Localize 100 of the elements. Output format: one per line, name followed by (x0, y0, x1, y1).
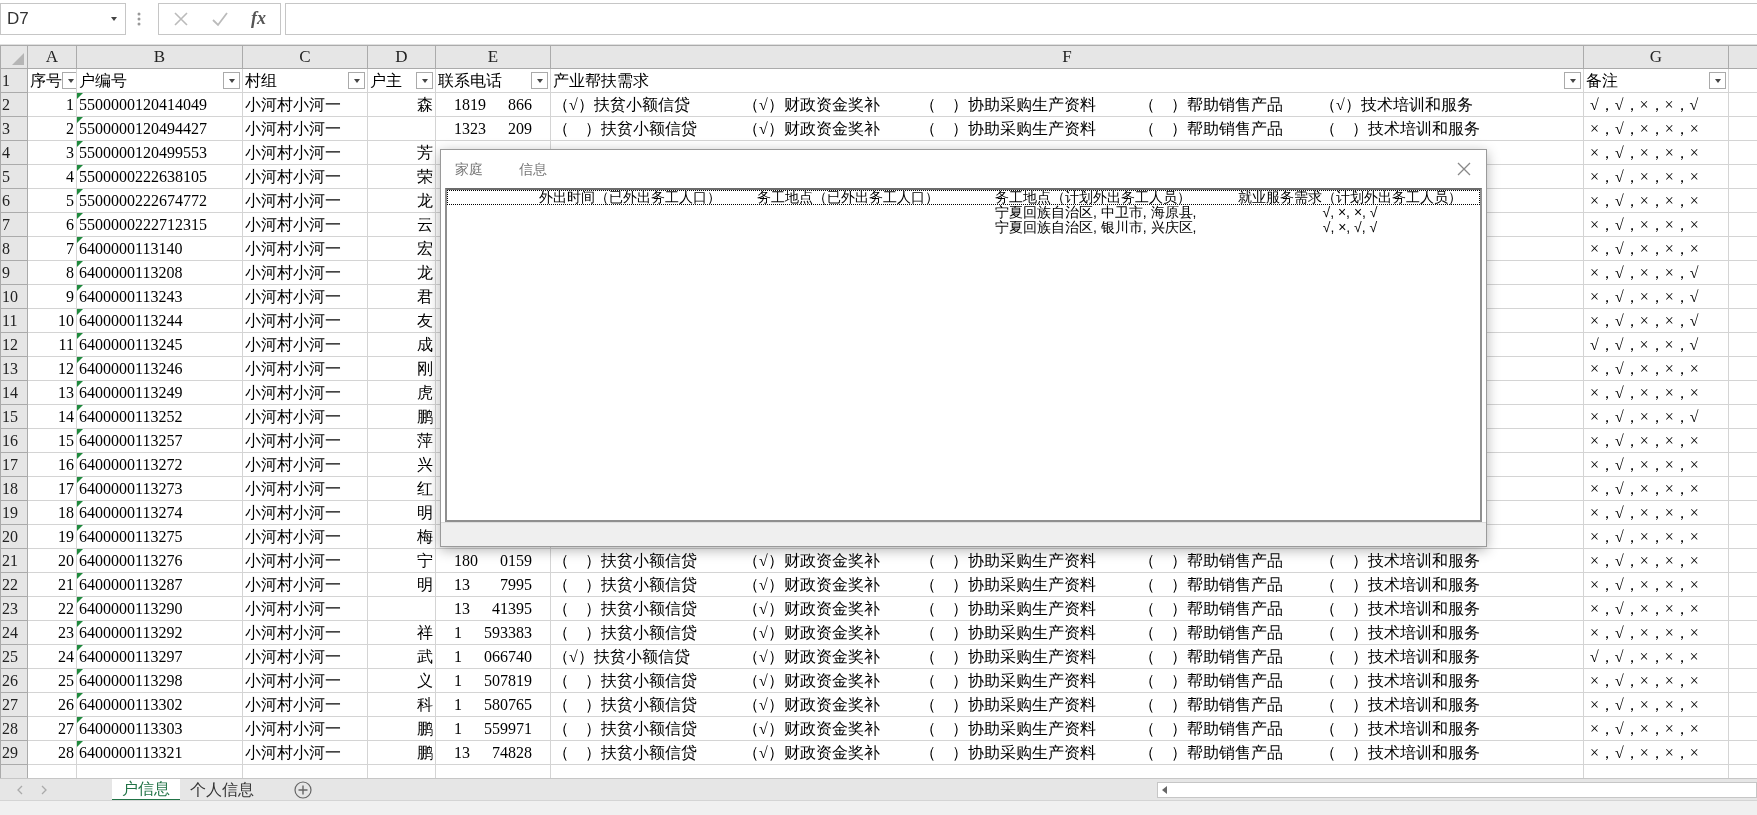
row-header[interactable]: 14 (0, 380, 28, 405)
row-header[interactable]: 23 (0, 596, 28, 621)
row-header[interactable]: 6 (0, 188, 28, 213)
row-header[interactable]: 26 (0, 668, 28, 693)
table-cell: ×，√，×，×，× (1590, 527, 1699, 545)
table-cell: 11 (27, 332, 77, 357)
row-header[interactable]: 29 (0, 740, 28, 765)
table-cell: 刚 (417, 359, 433, 377)
list-cell-text: 宁夏回族自治区, 中卫市, 海原县, (995, 205, 1198, 220)
row-header[interactable]: 7 (0, 212, 28, 237)
table-cell: 小河村小河一 (242, 668, 368, 693)
row-header[interactable]: 28 (0, 716, 28, 741)
row-header[interactable]: 19 (0, 500, 28, 525)
support-option: （ ）协助采购生产资料 (920, 645, 1139, 668)
horizontal-scrollbar[interactable] (1157, 781, 1757, 798)
row-header[interactable]: 4 (0, 140, 28, 165)
table-cell: ×，√，×，×，× (1590, 575, 1699, 593)
support-option: （ ）帮助销售产品 (1139, 669, 1320, 692)
filter-button[interactable] (1709, 72, 1726, 89)
row-header[interactable]: 15 (0, 404, 28, 429)
table-cell: 6 (27, 212, 77, 237)
formula-input[interactable] (285, 2, 1757, 35)
table-cell: 6400000113140 (79, 239, 183, 257)
row-header[interactable]: 8 (0, 236, 28, 261)
table-cell: 1 (27, 92, 77, 117)
list-box[interactable]: 外出时间（已外出务工人口） 务工地点（已外出务工人口） 务工地点（计划外出务工人员） 就业服务需求（计划外出务工人员） 宁夏回族自治区, 中卫市, 海原县, √, ×, ×, √ 宁夏回族自治区, 银川市, 兴庆区, √, ×, √, √ (445, 188, 1482, 522)
filter-button[interactable] (531, 72, 548, 89)
column-header[interactable]: C (242, 45, 368, 69)
table-cell: 小河村小河一 (242, 356, 368, 381)
add-sheet-icon[interactable] (294, 780, 312, 799)
table-cell: 6400000113302 (79, 695, 183, 713)
support-option: （√）财政资金奖补 (743, 549, 920, 572)
column-header[interactable]: A (27, 45, 77, 69)
table-cell: ×，√，×，×，× (1590, 455, 1699, 473)
row-header[interactable]: 1 (0, 68, 28, 93)
table-cell: 12 (27, 356, 77, 381)
close-icon[interactable] (1456, 161, 1472, 177)
column-header[interactable]: E (435, 45, 551, 69)
phone-fragment: 1 (454, 622, 462, 643)
row-header[interactable]: 24 (0, 620, 28, 645)
table-cell: ×，√，×，×，√ (1590, 287, 1699, 305)
table-cell: 小河村小河一 (242, 548, 368, 573)
table-cell: ×，√，×，×，× (1590, 191, 1699, 209)
support-option: （ ）帮助销售产品 (1139, 549, 1320, 572)
row-header[interactable]: 10 (0, 284, 28, 309)
row-header[interactable]: 9 (0, 260, 28, 285)
row-header[interactable]: 13 (0, 356, 28, 381)
insert-function-button[interactable]: fx (251, 5, 266, 32)
column-header[interactable]: B (76, 45, 243, 69)
sheet-tab[interactable]: 户信息 (112, 778, 180, 801)
support-option: （ ）技术培训和服务 (1320, 549, 1480, 572)
phone-fragment: 74828 (492, 742, 532, 763)
filter-button[interactable] (223, 72, 240, 89)
filter-button[interactable] (1564, 72, 1581, 89)
row-header[interactable]: 22 (0, 572, 28, 597)
sheet-tab[interactable]: 个人信息 (180, 778, 264, 801)
phone-fragment: 209 (508, 118, 532, 139)
row-header[interactable]: 3 (0, 116, 28, 141)
row-header[interactable]: 16 (0, 428, 28, 453)
filter-button[interactable] (416, 72, 433, 89)
filter-button[interactable] (348, 72, 365, 89)
table-cell: 小河村小河一 (242, 596, 368, 621)
table-cell: 龙 (417, 263, 433, 281)
name-box[interactable]: D7 (0, 2, 126, 35)
table-cell: ×，√，×，×，× (1590, 167, 1699, 185)
table-cell: 小河村小河一 (242, 188, 368, 213)
row-header[interactable]: 17 (0, 452, 28, 477)
table-cell: 6400000113287 (79, 575, 183, 593)
column-header[interactable]: G (1583, 45, 1729, 69)
table-cell: 6400000113303 (79, 719, 183, 737)
table-cell: 23 (27, 620, 77, 645)
table-cell: 小河村小河一 (242, 428, 368, 453)
support-option: （√）财政资金奖补 (743, 117, 920, 140)
support-option: （ ）协助采购生产资料 (920, 621, 1139, 644)
row-header[interactable]: 11 (0, 308, 28, 333)
column-header[interactable]: D (367, 45, 436, 69)
header-cell-text: 联系电话 (438, 70, 502, 91)
support-option: （ ）帮助销售产品 (1139, 621, 1320, 644)
table-cell: 6400000113257 (79, 431, 183, 449)
row-header[interactable]: 21 (0, 548, 28, 573)
filter-button[interactable] (62, 72, 76, 89)
row-header[interactable]: 20 (0, 524, 28, 549)
row-header[interactable]: 5 (0, 164, 28, 189)
table-cell: 君 (417, 287, 433, 305)
row-header[interactable]: 12 (0, 332, 28, 357)
table-cell: 小河村小河一 (242, 476, 368, 501)
row-header[interactable]: 18 (0, 476, 28, 501)
table-cell: √，√，×，×，√ (1590, 335, 1699, 353)
table-cell: 4 (27, 164, 77, 189)
table-cell: 小河村小河一 (242, 284, 368, 309)
table-cell: 25 (27, 668, 77, 693)
row-header[interactable]: 25 (0, 644, 28, 669)
table-cell: 云 (417, 215, 433, 233)
support-option: （ ）扶贫小额信贷 (553, 669, 743, 692)
row-header[interactable]: 27 (0, 692, 28, 717)
row-header[interactable]: 2 (0, 92, 28, 117)
check-icon[interactable] (211, 10, 229, 27)
column-header[interactable]: F (550, 45, 1584, 69)
grip-icon (137, 10, 141, 27)
phone-fragment: 0159 (500, 550, 532, 571)
